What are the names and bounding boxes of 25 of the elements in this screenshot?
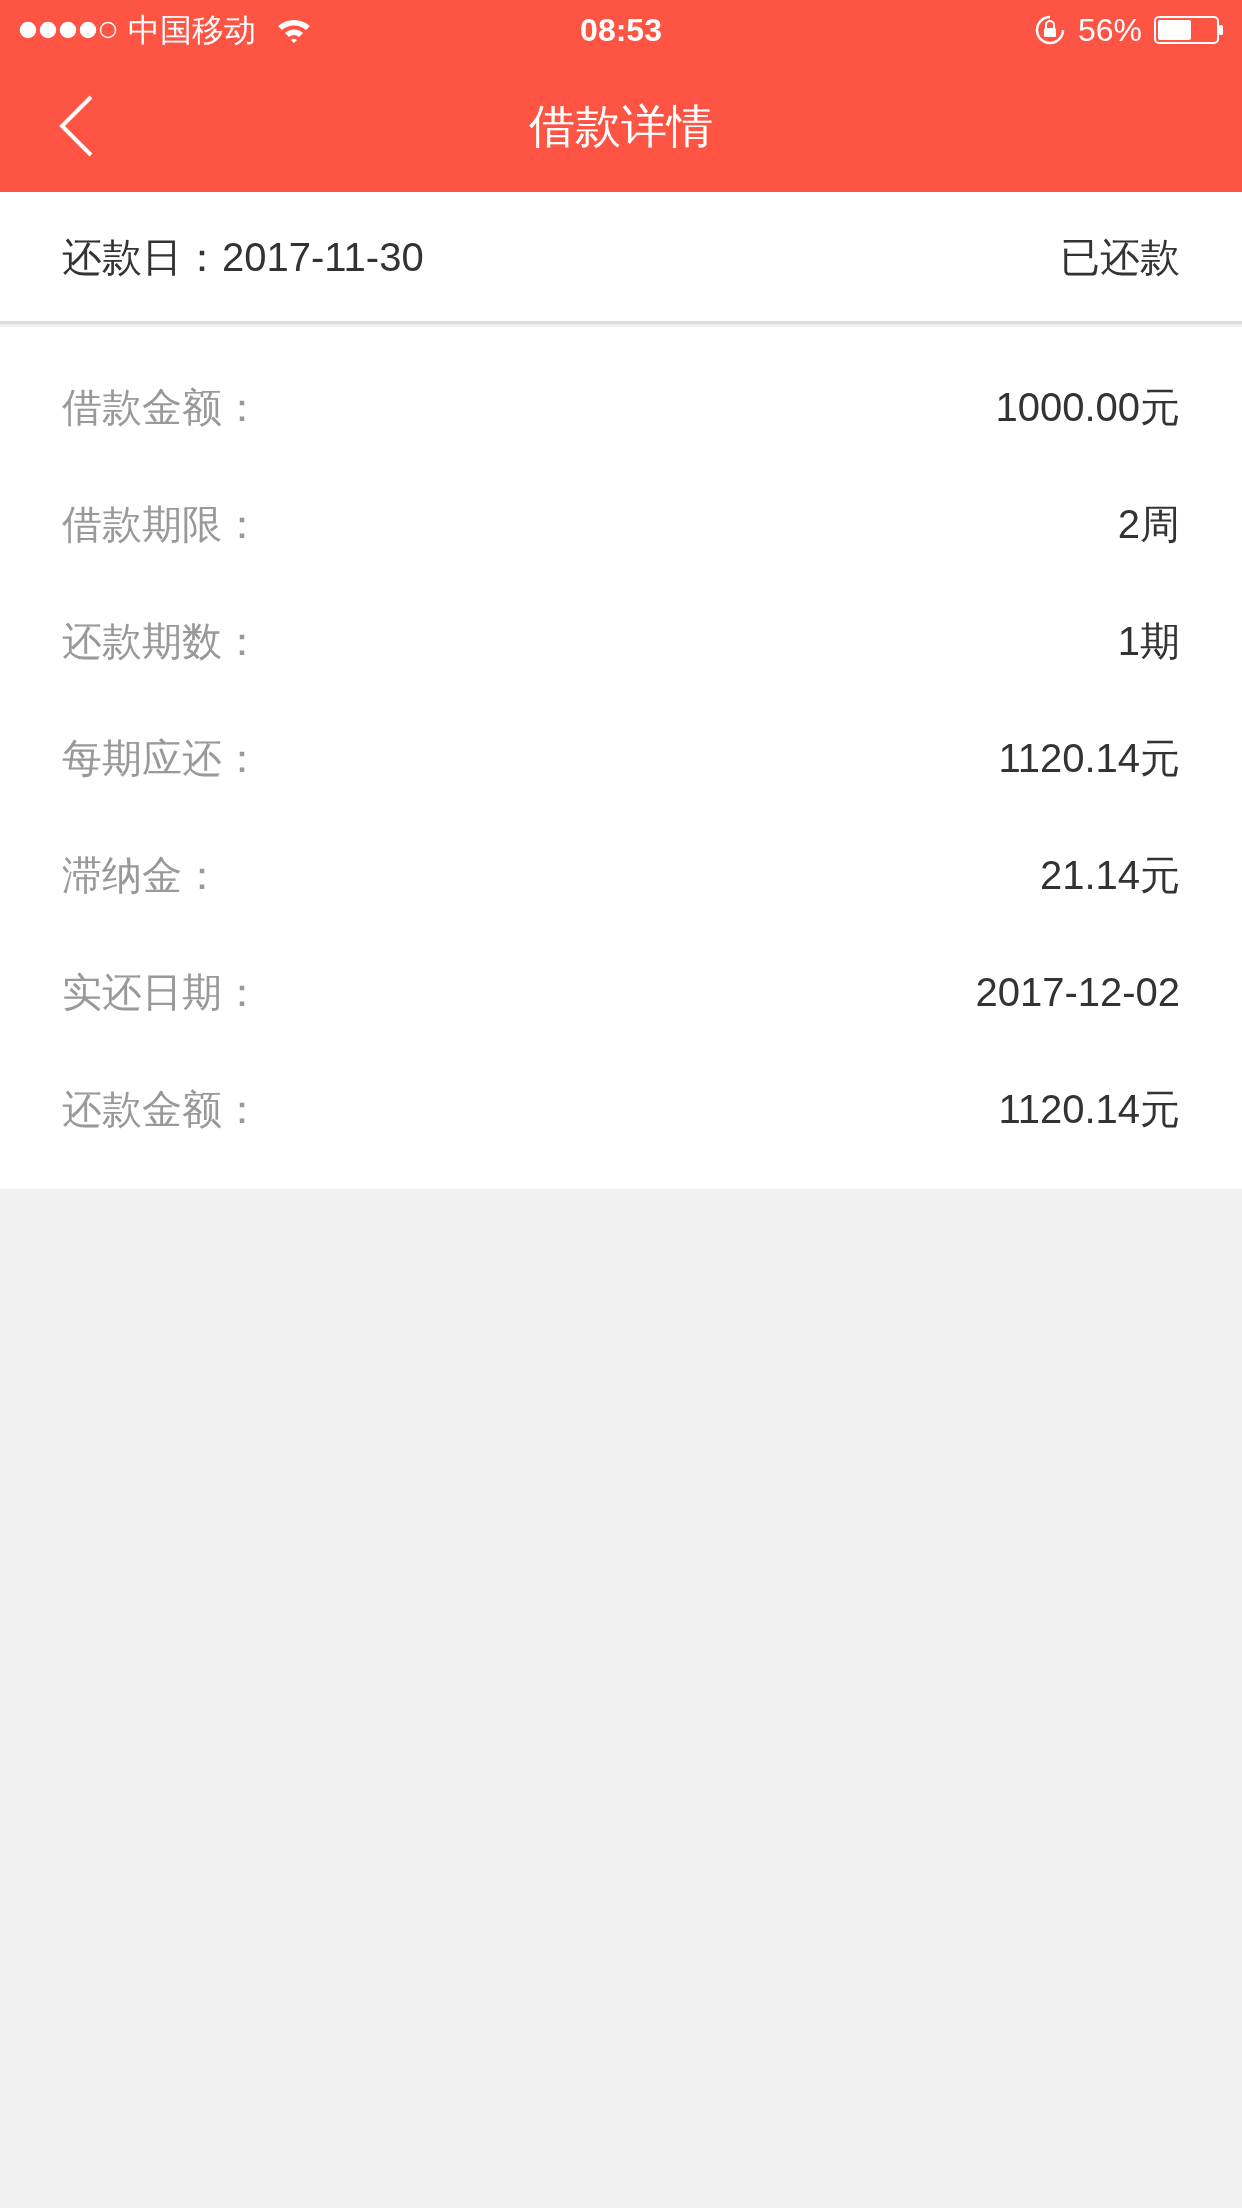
detail-value: 2周 (1117, 501, 1180, 548)
battery-percent: 56% (1077, 11, 1142, 50)
detail-label: 每期应还： (62, 735, 262, 782)
detail-value: 2017-12-02 (975, 969, 1180, 1016)
detail-label: 借款金额： (62, 384, 262, 431)
repayment-status: 已还款 (1060, 233, 1180, 281)
detail-value: 1000.00元 (995, 384, 1180, 431)
rotation-lock-icon (1033, 14, 1066, 46)
battery-icon (1154, 16, 1224, 44)
detail-label: 还款金额： (62, 1086, 262, 1133)
status-time: 08:53 (580, 11, 662, 50)
wifi-icon (276, 17, 312, 43)
detail-label: 借款期限： (62, 501, 262, 548)
detail-value: 1120.14元 (998, 735, 1180, 782)
page-title: 借款详情 (529, 98, 713, 154)
detail-value: 1期 (1117, 618, 1180, 665)
back-icon (58, 95, 94, 157)
detail-value: 1120.14元 (998, 1086, 1180, 1133)
detail-label: 还款期数： (62, 618, 262, 665)
detail-value: 21.14元 (1039, 852, 1180, 899)
due-date-text: 还款日：2017-11-30 (62, 233, 424, 281)
detail-label: 滞纳金： (62, 852, 222, 899)
detail-label: 实还日期： (62, 969, 262, 1016)
signal-icon (18, 20, 118, 40)
carrier-name: 中国移动 (128, 11, 256, 50)
